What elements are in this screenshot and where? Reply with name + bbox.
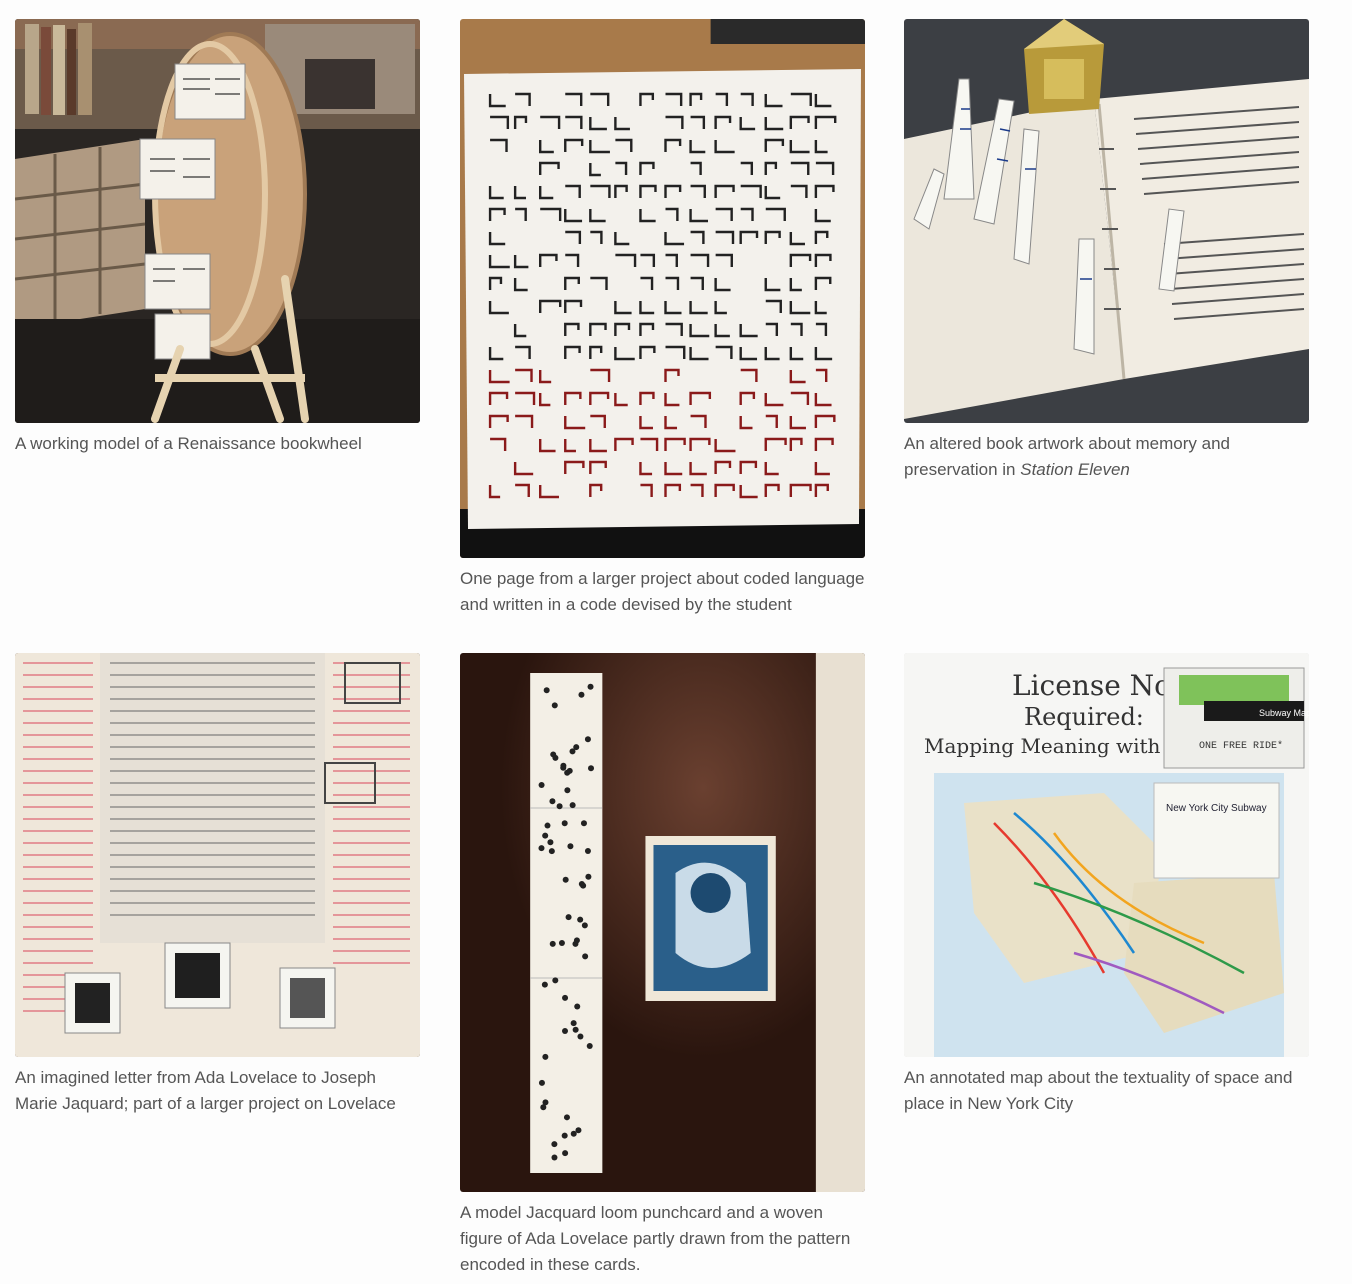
gallery-item-altered-book: An altered book artwork about memory and… <box>904 19 1309 483</box>
coded-language-image <box>460 19 865 558</box>
bookwheel-image <box>15 19 420 423</box>
lovelace-letter-image <box>15 653 420 1057</box>
gallery-item-mta-map: License Not Required: Mapping Meaning wi… <box>904 653 1309 1117</box>
mta-map-image: License Not Required: Mapping Meaning wi… <box>904 653 1309 1057</box>
gallery-item-jacquard-punchcard: A model Jacquard loom punchcard and a wo… <box>460 653 865 1278</box>
subway-card-label: Subway Map <box>1259 708 1309 718</box>
lovelace-letter-photo[interactable] <box>15 653 420 1057</box>
jacquard-punchcard-photo[interactable] <box>460 653 865 1192</box>
mta-map-caption: An annotated map about the textuality of… <box>904 1068 1293 1113</box>
bookwheel-photo[interactable] <box>15 19 420 423</box>
map-header: New York City Subway <box>1166 803 1267 814</box>
ticket-text: ONE FREE RIDE* <box>1199 740 1283 752</box>
bookwheel-caption: A working model of a Renaissance bookwhe… <box>15 434 362 453</box>
jacquard-punchcard-image <box>460 653 865 1192</box>
mta-map-photo[interactable]: License Not Required: Mapping Meaning wi… <box>904 653 1309 1057</box>
coded-language-photo[interactable] <box>460 19 865 558</box>
altered-book-image <box>904 19 1309 423</box>
altered-book-caption-title: Station Eleven <box>1020 460 1130 479</box>
altered-book-photo[interactable] <box>904 19 1309 423</box>
poster-title-line1: License Not <box>1012 669 1183 702</box>
jacquard-punchcard-caption: A model Jacquard loom punchcard and a wo… <box>460 1203 851 1274</box>
gallery-item-bookwheel: A working model of a Renaissance bookwhe… <box>15 19 420 457</box>
altered-book-caption: An altered book artwork about memory and… <box>904 431 1309 483</box>
gallery-item-lovelace-letter: An imagined letter from Ada Lovelace to … <box>15 653 420 1117</box>
coded-language-caption: One page from a larger project about cod… <box>460 569 865 614</box>
poster-title-line2: Required: <box>1024 703 1144 731</box>
lovelace-letter-caption: An imagined letter from Ada Lovelace to … <box>15 1068 396 1113</box>
gallery-item-coded-language: One page from a larger project about cod… <box>460 19 865 618</box>
